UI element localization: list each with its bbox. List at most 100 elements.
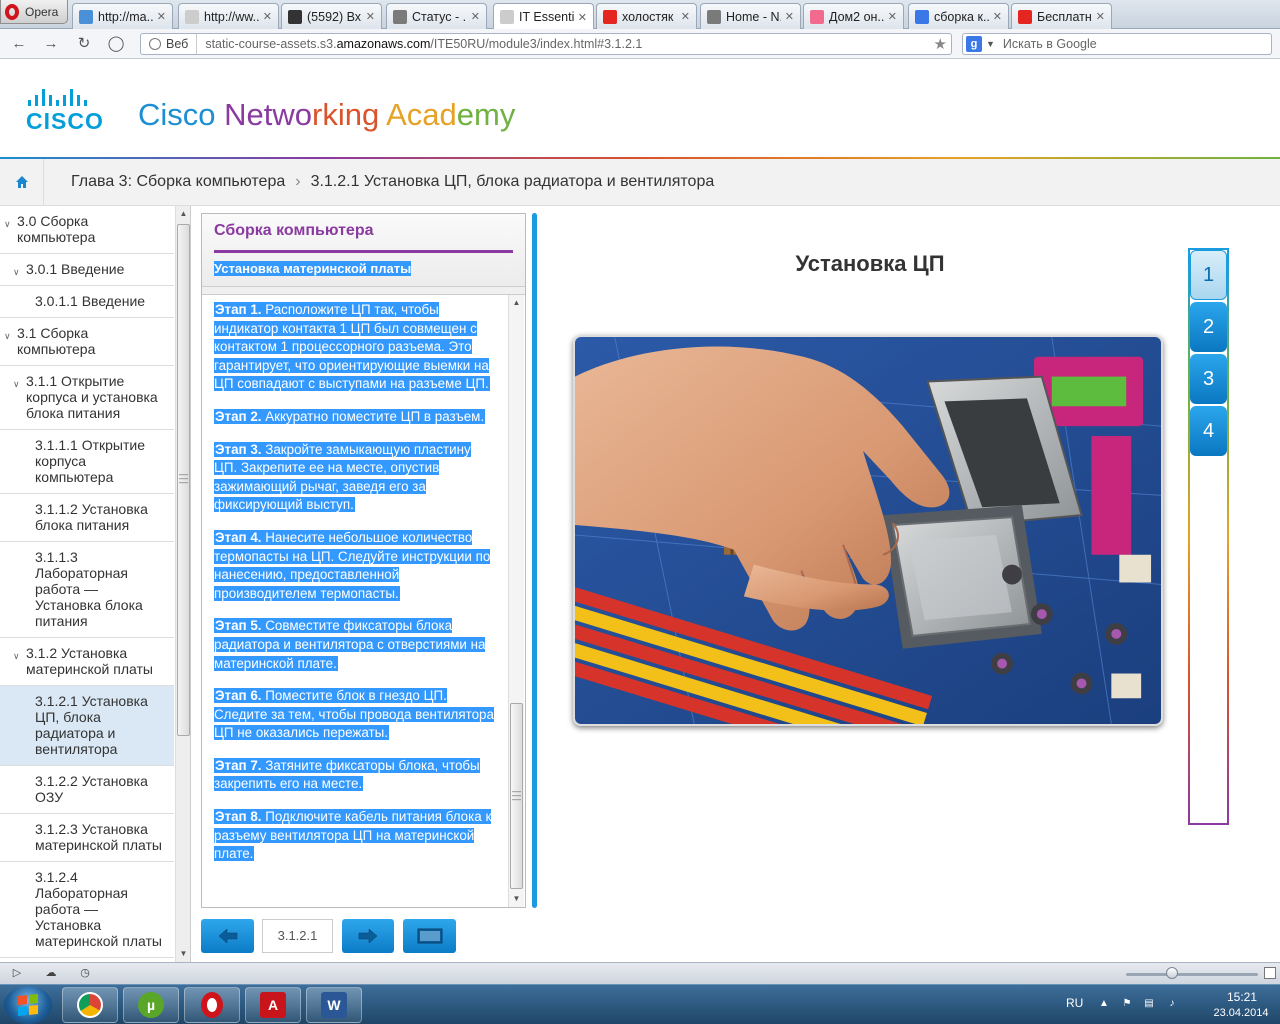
browser-tab-bar: Opera http://ma... ✕ http://ww... ✕ (5592) В… bbox=[0, 0, 1280, 30]
clock-time[interactable]: 15:21 bbox=[1212, 990, 1272, 1004]
taskbar-word[interactable]: W bbox=[306, 987, 362, 1023]
turbo-icon[interactable]: ◷ bbox=[78, 966, 92, 980]
tray-expand-icon[interactable]: ▲ bbox=[1097, 998, 1111, 1012]
toc-item[interactable]: 3.1.1.3 Лабораторная работа — Установка … bbox=[0, 542, 174, 638]
step-paragraph: Этап 3. Закройте замыкающую пластину ЦП.… bbox=[214, 441, 495, 515]
browser-tab[interactable]: Дом2 он... ✕ bbox=[803, 3, 904, 29]
search-field[interactable]: g ▼ Искать в Google bbox=[962, 33, 1272, 55]
step-paragraph: Этап 4. Нанесите небольшое количество те… bbox=[214, 529, 495, 603]
browser-tab[interactable]: http://ma... ✕ bbox=[72, 3, 173, 29]
step-paragraph: Этап 7. Затяните фиксаторы блока, чтобы … bbox=[214, 757, 495, 794]
close-icon[interactable]: ✕ bbox=[578, 11, 587, 24]
scroll-down-icon[interactable]: ▼ bbox=[509, 891, 524, 907]
next-page-button[interactable] bbox=[342, 919, 394, 953]
cloud-icon[interactable]: ☁ bbox=[44, 966, 58, 980]
breadcrumb-chapter[interactable]: Глава 3: Сборка компьютера bbox=[71, 173, 285, 191]
panel-scrollbar[interactable]: ▲ ― ― ― ▼ bbox=[508, 295, 524, 907]
taskbar-utorrent[interactable]: µ bbox=[123, 987, 179, 1023]
step-tab-3[interactable]: 3 bbox=[1190, 354, 1227, 404]
flag-icon[interactable]: ⚑ bbox=[1120, 998, 1134, 1012]
browser-tab[interactable]: (5592) Вх... ✕ bbox=[281, 3, 382, 29]
opera-icon bbox=[201, 992, 223, 1018]
toc-item[interactable]: 3.1.2.2 Установка ОЗУ bbox=[0, 766, 174, 814]
chevron-down-icon[interactable]: ∨ bbox=[4, 216, 11, 232]
browser-tab[interactable]: IT Essenti... ✕ bbox=[493, 3, 594, 30]
cisco-logo[interactable]: CISCO bbox=[26, 84, 121, 134]
taskbar-chrome[interactable] bbox=[62, 987, 118, 1023]
taskbar-opera[interactable] bbox=[184, 987, 240, 1023]
close-icon[interactable]: ✕ bbox=[1096, 10, 1105, 23]
toc-item[interactable]: ∨ 3.0 Сборка компьютера bbox=[0, 206, 174, 254]
close-icon[interactable]: ✕ bbox=[888, 10, 897, 23]
close-icon[interactable]: ✕ bbox=[681, 10, 690, 23]
opera-menu-button[interactable]: Opera bbox=[0, 0, 68, 24]
browser-tab[interactable]: Статус - ... ✕ bbox=[386, 3, 487, 29]
toc-item[interactable]: 3.1.2.3 Установка материнской платы bbox=[0, 814, 174, 862]
chevron-down-icon[interactable]: ∨ bbox=[13, 376, 20, 392]
toc-item[interactable]: ∨ 3.1.1 Открытие корпуса и установка блок… bbox=[0, 366, 174, 430]
chevron-down-icon[interactable]: ∨ bbox=[4, 328, 11, 344]
forward-icon[interactable]: → bbox=[42, 35, 60, 53]
lesson-text-panel: Сборка компьютера Установка материнской … bbox=[201, 213, 526, 908]
clock-date[interactable]: 23.04.2014 bbox=[1202, 1007, 1280, 1019]
fullscreen-button[interactable] bbox=[403, 919, 456, 953]
url-text: static-course-assets.s3.amazonaws.com/IT… bbox=[197, 37, 642, 51]
browser-tab[interactable]: http://ww... ✕ bbox=[178, 3, 279, 29]
step-tab-4[interactable]: 4 bbox=[1190, 406, 1227, 456]
cpu-install-photo bbox=[573, 335, 1163, 726]
step-tab-1[interactable]: 1 bbox=[1190, 250, 1227, 300]
toc-item[interactable]: ∨ 3.0.1 Введение bbox=[0, 254, 174, 286]
zoom-reset-button[interactable] bbox=[1264, 967, 1276, 979]
language-indicator[interactable]: RU bbox=[1066, 996, 1083, 1010]
scroll-up-icon[interactable]: ▲ bbox=[176, 206, 190, 222]
toc-item[interactable]: 3.0.1.1 Введение bbox=[0, 286, 174, 318]
toc-item[interactable]: 3.1.1.1 Открытие корпуса компьютера bbox=[0, 430, 174, 494]
scroll-down-icon[interactable]: ▼ bbox=[176, 946, 190, 962]
key-icon[interactable]: ◯ bbox=[107, 35, 125, 53]
address-field[interactable]: Веб static-course-assets.s3.amazonaws.co… bbox=[140, 33, 952, 55]
scroll-up-icon[interactable]: ▲ bbox=[509, 295, 524, 311]
reload-icon[interactable]: ↻ bbox=[75, 35, 93, 53]
home-icon[interactable] bbox=[0, 158, 44, 206]
close-icon[interactable]: ✕ bbox=[471, 10, 480, 23]
content-title: Установка ЦП bbox=[795, 251, 945, 276]
browser-tab[interactable]: холостяк ... ✕ bbox=[596, 3, 697, 29]
browser-tab[interactable]: сборка к... ✕ bbox=[908, 3, 1009, 29]
network-icon[interactable]: ▤ bbox=[1142, 998, 1156, 1012]
panel-body[interactable]: Этап 1. Расположите ЦП так, чтобы индика… bbox=[202, 294, 525, 907]
toc-item-label: 3.0.1 Введение bbox=[26, 261, 125, 277]
close-icon[interactable]: ✕ bbox=[785, 10, 794, 23]
close-icon[interactable]: ✕ bbox=[366, 10, 375, 23]
toc-item[interactable]: 3.1.2.1 Установка ЦП, блока радиатора и … bbox=[0, 686, 174, 766]
step-tab-2[interactable]: 2 bbox=[1190, 302, 1227, 352]
start-button[interactable] bbox=[4, 986, 52, 1024]
toc-item[interactable]: ∨ 3.1.2 Установка материнской платы bbox=[0, 638, 174, 686]
toc-item[interactable]: ∨ 3.1 Сборка компьютера bbox=[0, 318, 174, 366]
panel-toggle-icon[interactable]: ▷ bbox=[10, 966, 24, 980]
back-icon[interactable]: ← bbox=[10, 35, 28, 53]
chevron-down-icon[interactable]: ▼ bbox=[986, 39, 995, 49]
toc-item[interactable]: 3.1.1.2 Установка блока питания bbox=[0, 494, 174, 542]
browser-tab[interactable]: Home - N... ✕ bbox=[700, 3, 801, 29]
prev-page-button[interactable] bbox=[201, 919, 254, 953]
toc-item[interactable]: 3.1.2.4 Лабораторная работа — Установка … bbox=[0, 862, 174, 958]
close-icon[interactable]: ✕ bbox=[157, 10, 166, 23]
browser-tab[interactable]: Бесплатн... ✕ bbox=[1011, 3, 1112, 29]
zoom-slider[interactable] bbox=[1126, 973, 1258, 976]
taskbar-acrobat[interactable]: A bbox=[245, 987, 301, 1023]
cisco-wordmark: CISCO bbox=[26, 108, 104, 134]
search-placeholder: Искать в Google bbox=[1002, 37, 1097, 51]
toc-scrollbar[interactable]: ▲ ― ― ― ▼ bbox=[175, 206, 190, 962]
web-badge[interactable]: Веб bbox=[141, 34, 198, 54]
chevron-down-icon[interactable]: ∨ bbox=[13, 264, 20, 280]
academy-title: Cisco Networking Academy bbox=[138, 97, 515, 133]
zoom-slider-handle[interactable] bbox=[1166, 967, 1178, 979]
chevron-down-icon[interactable]: ∨ bbox=[13, 648, 20, 664]
toc-item-label: 3.1.2.1 Установка ЦП, блока радиатора и … bbox=[35, 693, 148, 757]
opera-menu-label: Opera bbox=[25, 4, 59, 19]
close-icon[interactable]: ✕ bbox=[263, 10, 272, 23]
volume-icon[interactable]: ♪ bbox=[1165, 998, 1179, 1012]
bookmark-star-icon[interactable]: ★ bbox=[934, 35, 947, 53]
close-icon[interactable]: ✕ bbox=[993, 10, 1002, 23]
browser-tab-title: Home - N... bbox=[726, 9, 781, 24]
